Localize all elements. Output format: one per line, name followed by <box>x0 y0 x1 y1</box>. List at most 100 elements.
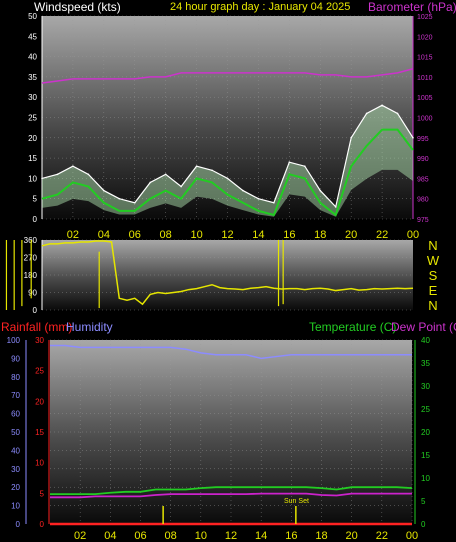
humidity-tick: 40 <box>11 446 20 455</box>
wind-gust-point <box>195 165 198 168</box>
wind-gust-point <box>365 112 368 115</box>
barometer-tick: 1010 <box>417 75 433 82</box>
temperature-tick: 15 <box>421 451 430 460</box>
compass-letter: N <box>428 238 437 253</box>
wind-x-tick: 06 <box>129 229 141 241</box>
wind-gust-point <box>72 165 74 168</box>
humidity-tick: 0 <box>16 520 21 529</box>
temperature-tick: 10 <box>421 474 430 483</box>
wind-axis-title: Windspeed (kts) <box>34 0 121 14</box>
wind-gust-point <box>257 197 260 200</box>
wind-x-tick: 12 <box>221 229 233 241</box>
wind-x-tick: 18 <box>314 229 326 241</box>
barometer-tick: 975 <box>417 217 429 224</box>
humidity-tick: 70 <box>11 391 20 400</box>
rain-axis-title: Rainfall (mm) <box>1 320 72 334</box>
wind-gust-point <box>226 177 229 180</box>
wind-gust-point <box>334 206 337 208</box>
wind-gust-point <box>288 161 291 163</box>
compass-letter: S <box>429 268 438 283</box>
wind-y-tick: 35 <box>28 73 37 82</box>
barometer-tick: 1005 <box>417 95 433 102</box>
barometer-tick: 985 <box>417 176 429 183</box>
temperature-tick: 35 <box>421 359 430 368</box>
barometer-tick: 995 <box>417 136 429 143</box>
compass-letter: W <box>427 253 440 268</box>
wind-gust-point <box>164 173 167 176</box>
wind-y-tick: 10 <box>28 174 37 183</box>
barometer-tick: 980 <box>417 197 429 204</box>
wind-gust-point <box>133 201 136 204</box>
wind-gust-point <box>319 189 322 192</box>
humidity-tick: 50 <box>11 428 20 437</box>
temperature-tick: 20 <box>421 428 430 437</box>
temp-x-tick: 02 <box>74 530 86 542</box>
temp-x-tick: 10 <box>195 530 207 542</box>
graph-title: 24 hour graph day : January 04 2025 <box>170 1 350 13</box>
temp-x-tick: 20 <box>346 530 358 542</box>
humidity-tick: 30 <box>11 465 20 474</box>
wind-gust-point <box>412 137 414 139</box>
humidity-axis-title: Humidity <box>66 320 113 334</box>
wind-x-tick: 20 <box>345 229 357 241</box>
barometer-axis-title: Barometer (hPa) <box>368 0 456 14</box>
temp-x-tick: 04 <box>104 530 116 542</box>
barometer-tick: 1000 <box>417 116 433 123</box>
temp-x-tick: 12 <box>225 530 237 542</box>
wind-gust-point <box>273 201 275 204</box>
wind-gust-point <box>242 189 244 192</box>
wind-y-tick: 40 <box>28 53 37 62</box>
wind-gust-point <box>56 173 59 176</box>
wind-gust-point <box>41 177 43 180</box>
wind-x-tick: 02 <box>67 229 79 241</box>
rain-tick: 25 <box>35 367 44 376</box>
wind-x-tick: 10 <box>190 229 202 241</box>
wind-gust-point <box>381 104 383 107</box>
humidity-tick: 80 <box>11 373 20 382</box>
temperature-tick: 40 <box>421 336 430 345</box>
wind-gust-point <box>211 169 213 172</box>
rain-tick: 5 <box>40 489 45 498</box>
wind-x-tick: 00 <box>407 229 419 241</box>
wind-gust-point <box>350 137 352 139</box>
temp-x-tick: 00 <box>406 530 418 542</box>
direction-compass: NWSEN <box>427 238 440 313</box>
temp-x-tick: 14 <box>255 530 267 542</box>
wind-x-tick: 14 <box>252 229 264 241</box>
direction-plot-area <box>42 240 413 310</box>
wind-y-tick: 5 <box>33 195 38 204</box>
barometer-tick: 1025 <box>417 14 433 21</box>
wind-y-tick: 20 <box>28 134 37 143</box>
wind-gust-point <box>303 165 306 168</box>
temp-x-tick: 22 <box>376 530 388 542</box>
wind-gust-point <box>396 112 399 115</box>
humidity-tick: 90 <box>11 354 20 363</box>
wind-y-tick: 45 <box>28 32 37 41</box>
temperature-tick: 0 <box>421 520 426 529</box>
barometer-tick: 1020 <box>417 34 433 41</box>
wind-x-tick: 16 <box>283 229 295 241</box>
wind-gust-point <box>87 173 90 176</box>
wind-y-tick: 15 <box>28 154 37 163</box>
humidity-tick: 20 <box>11 483 20 492</box>
wind-gust-point <box>149 181 152 184</box>
temp-x-tick: 08 <box>165 530 177 542</box>
temperature-tick: 5 <box>421 497 426 506</box>
temperature-tick: 25 <box>421 405 430 414</box>
humidity-tick: 60 <box>11 410 20 419</box>
rain-tick: 10 <box>35 459 44 468</box>
rain-tick: 0 <box>40 520 45 529</box>
temp-x-tick: 16 <box>285 530 297 542</box>
barometer-tick: 990 <box>417 156 429 163</box>
rain-tick: 15 <box>35 428 44 437</box>
wind-gust-point <box>180 185 182 188</box>
sun-set-label: Sun Set <box>284 498 309 505</box>
weather-graphs: 0510152025303540455097598098599099510001… <box>1 0 456 542</box>
humidity-tick: 100 <box>7 336 21 345</box>
compass-letter: E <box>429 283 438 298</box>
wind-x-tick: 08 <box>160 229 172 241</box>
direction-axes: 090180270360 <box>24 236 43 315</box>
rain-tick: 30 <box>35 336 44 345</box>
temperature-axis-title: Temperature (C) <box>309 320 396 334</box>
barometer-tick: 1015 <box>417 55 433 62</box>
